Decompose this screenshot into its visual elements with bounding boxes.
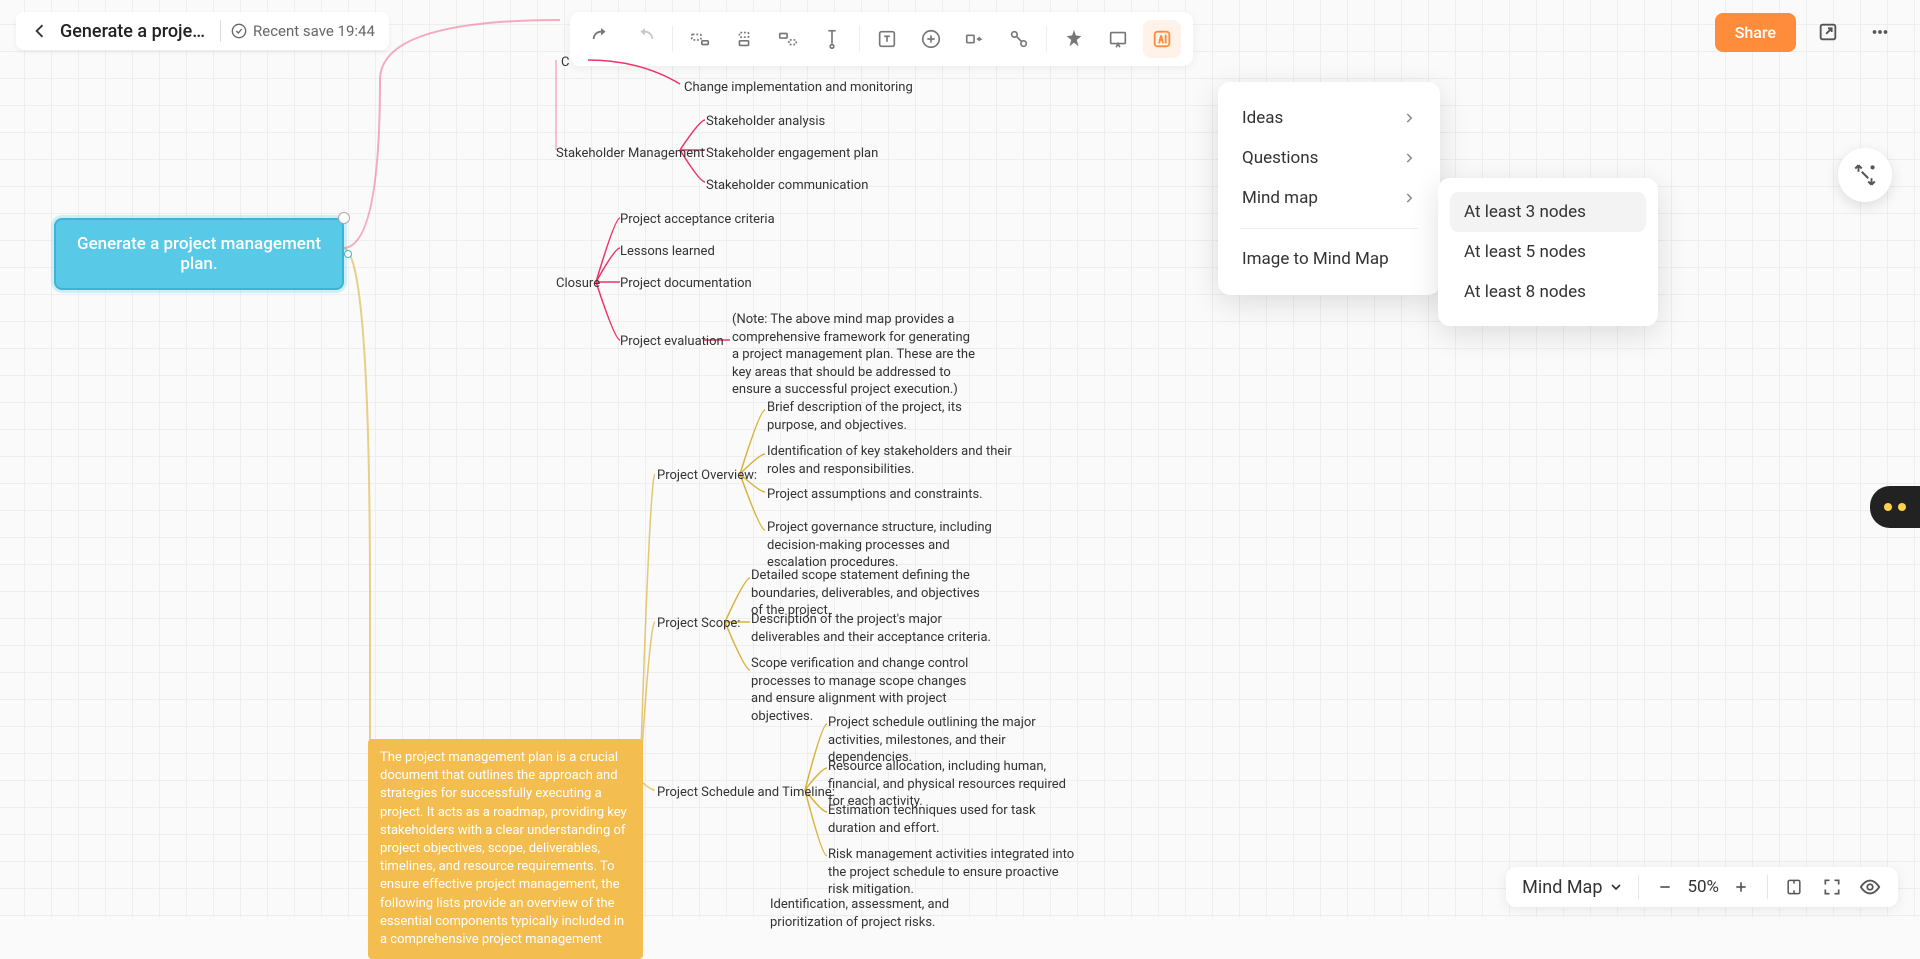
style-button[interactable] bbox=[1055, 20, 1093, 58]
root-node[interactable]: Generate a project management plan. bbox=[54, 218, 344, 290]
node-sh1[interactable]: Stakeholder analysis bbox=[706, 114, 825, 129]
divider bbox=[220, 20, 221, 42]
ai-menu-image-to-map[interactable]: Image to Mind Map bbox=[1226, 239, 1432, 279]
toolbar-separator bbox=[859, 26, 860, 52]
node-ov1[interactable]: Brief description of the project, its pu… bbox=[767, 399, 997, 434]
node-ov3[interactable]: Project assumptions and constraints. bbox=[767, 487, 983, 502]
undo-button[interactable] bbox=[582, 20, 620, 58]
ai-dropdown-menu: Ideas Questions Mind map Image to Mind M… bbox=[1218, 82, 1440, 295]
text-button[interactable] bbox=[868, 20, 906, 58]
add-topic-button[interactable] bbox=[681, 20, 719, 58]
fit-button[interactable] bbox=[1782, 875, 1806, 899]
preview-button[interactable] bbox=[1858, 875, 1882, 899]
divider bbox=[1767, 875, 1768, 899]
root-node-text: Generate a project management plan. bbox=[77, 234, 321, 274]
ai-menu-mindmap[interactable]: Mind map bbox=[1226, 178, 1432, 218]
node-cl3[interactable]: Project documentation bbox=[620, 276, 752, 291]
node-st4[interactable]: Risk management activities integrated in… bbox=[828, 846, 1078, 899]
ai-menu-ideas[interactable]: Ideas bbox=[1226, 98, 1432, 138]
add-floating-button[interactable] bbox=[769, 20, 807, 58]
document-title[interactable]: Generate a projec… bbox=[60, 21, 210, 42]
header-right: Share bbox=[1715, 12, 1900, 52]
zoom-value[interactable]: 50% bbox=[1687, 877, 1719, 897]
ai-button[interactable] bbox=[1143, 20, 1181, 58]
zoom-out-button[interactable] bbox=[1653, 875, 1677, 899]
back-icon[interactable] bbox=[30, 21, 50, 41]
add-subtopic-button[interactable] bbox=[725, 20, 763, 58]
ai-menu-questions[interactable]: Questions bbox=[1226, 138, 1432, 178]
node-sc2[interactable]: Description of the project's major deliv… bbox=[751, 611, 991, 646]
node-sh2[interactable]: Stakeholder engagement plan bbox=[706, 146, 878, 161]
node-ov2[interactable]: Identification of key stakeholders and t… bbox=[767, 443, 1017, 478]
zoom-controls: 50% bbox=[1653, 875, 1753, 899]
share-button[interactable]: Share bbox=[1715, 13, 1796, 52]
node-schedule[interactable]: Project Schedule and Timeline: bbox=[657, 785, 835, 800]
chevron-right-icon bbox=[1402, 191, 1416, 205]
chevron-down-icon bbox=[1608, 879, 1624, 895]
node-change-root[interactable]: C bbox=[561, 55, 569, 70]
node-sh3[interactable]: Stakeholder communication bbox=[706, 178, 868, 193]
node-risks[interactable]: Identification, assessment, and prioriti… bbox=[770, 896, 1000, 931]
open-external-button[interactable] bbox=[1808, 12, 1848, 52]
node-closure[interactable]: Closure bbox=[556, 276, 600, 291]
main-toolbar bbox=[570, 12, 1193, 66]
chevron-right-icon bbox=[1402, 151, 1416, 165]
more-button[interactable] bbox=[1860, 12, 1900, 52]
format-button[interactable] bbox=[813, 20, 851, 58]
chevron-right-icon bbox=[1402, 111, 1416, 125]
node-handle[interactable] bbox=[338, 212, 350, 224]
ai-submenu-3-nodes[interactable]: At least 3 nodes bbox=[1450, 192, 1646, 232]
bottom-bar: Mind Map 50% bbox=[1506, 867, 1898, 907]
ai-menu-image-label: Image to Mind Map bbox=[1242, 249, 1389, 269]
save-status-text: Recent save 19:44 bbox=[253, 22, 375, 40]
present-button[interactable] bbox=[1099, 20, 1137, 58]
add-button[interactable] bbox=[912, 20, 950, 58]
fullscreen-button[interactable] bbox=[1820, 875, 1844, 899]
node-scope[interactable]: Project Scope: bbox=[657, 616, 740, 631]
check-icon bbox=[231, 23, 247, 39]
relationship-button[interactable] bbox=[1000, 20, 1038, 58]
ai-submenu-5-nodes[interactable]: At least 5 nodes bbox=[1450, 232, 1646, 272]
ai-menu-questions-label: Questions bbox=[1242, 148, 1318, 168]
node-change-impl[interactable]: Change implementation and monitoring bbox=[684, 80, 913, 95]
menu-divider bbox=[1240, 228, 1418, 229]
node-ov4[interactable]: Project governance structure, including … bbox=[767, 519, 997, 572]
ai-submenu: At least 3 nodes At least 5 nodes At lea… bbox=[1438, 178, 1658, 326]
view-mode-selector[interactable]: Mind Map bbox=[1522, 877, 1624, 898]
ai-menu-ideas-label: Ideas bbox=[1242, 108, 1283, 128]
redo-button[interactable] bbox=[626, 20, 664, 58]
ai-submenu-8-nodes[interactable]: At least 8 nodes bbox=[1450, 272, 1646, 312]
node-cl4[interactable]: Project evaluation bbox=[620, 334, 724, 349]
node-cl2[interactable]: Lessons learned bbox=[620, 244, 715, 259]
view-mode-label: Mind Map bbox=[1522, 877, 1602, 898]
node-st3[interactable]: Estimation techniques used for task dura… bbox=[828, 802, 1063, 837]
header-left: Generate a projec… Recent save 19:44 bbox=[16, 12, 389, 50]
node-connector-dot[interactable] bbox=[344, 250, 352, 258]
toolbar-separator bbox=[672, 26, 673, 52]
node-overview[interactable]: Project Overview: bbox=[657, 468, 757, 483]
assistant-badge[interactable] bbox=[1870, 486, 1920, 528]
layout-tool-button[interactable] bbox=[1838, 148, 1892, 202]
bot-eye-icon bbox=[1884, 503, 1892, 511]
link-button[interactable] bbox=[956, 20, 994, 58]
bot-eye-icon bbox=[1898, 503, 1906, 511]
divider bbox=[1638, 875, 1639, 899]
node-cl1[interactable]: Project acceptance criteria bbox=[620, 212, 775, 227]
node-cl4-note[interactable]: (Note: The above mind map provides a com… bbox=[732, 311, 977, 399]
toolbar-separator bbox=[1046, 26, 1047, 52]
zoom-in-button[interactable] bbox=[1729, 875, 1753, 899]
save-status: Recent save 19:44 bbox=[231, 22, 375, 40]
ai-menu-mindmap-label: Mind map bbox=[1242, 188, 1318, 208]
description-node[interactable]: The project management plan is a crucial… bbox=[368, 739, 643, 959]
node-stakeholder-mgmt[interactable]: Stakeholder Management bbox=[556, 146, 705, 161]
